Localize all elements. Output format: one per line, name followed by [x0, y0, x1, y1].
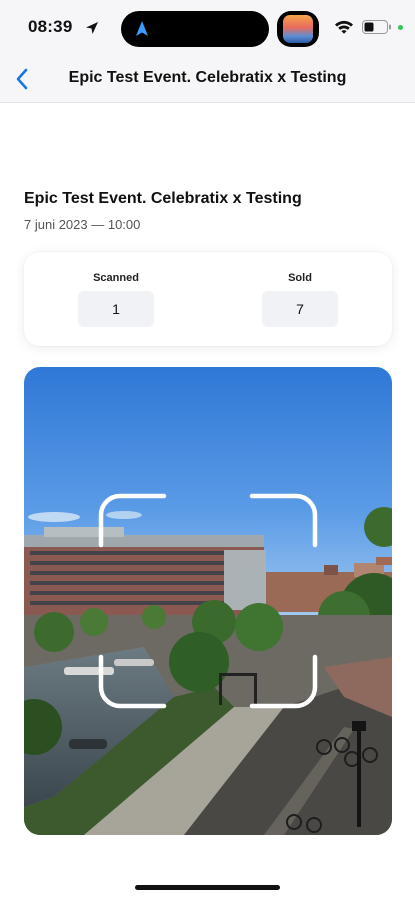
status-time: 08:39: [28, 17, 73, 36]
battery-icon: [362, 20, 391, 34]
privacy-indicator-dot: [398, 25, 403, 30]
nav-title: Epic Test Event. Celebratix x Testing: [68, 69, 347, 86]
event-title: Epic Test Event. Celebratix x Testing: [24, 190, 302, 207]
navigation-app-icon: [136, 21, 148, 36]
dynamic-island: [121, 11, 269, 47]
stat-sold: Sold 7: [260, 272, 340, 327]
status-bar: 08:39: [0, 0, 415, 56]
sold-label: Sold: [288, 272, 312, 284]
sold-count: 7: [262, 291, 338, 327]
navigation-bar: Epic Test Event. Celebratix x Testing: [0, 56, 415, 103]
chevron-left-icon: [16, 68, 28, 90]
event-date: 7 juni 2023 — 10:00: [24, 217, 141, 232]
camera-viewfinder[interactable]: [24, 367, 392, 835]
scanned-label: Scanned: [93, 272, 139, 284]
stat-scanned: Scanned 1: [76, 272, 156, 327]
stats-card: Scanned 1 Sold 7: [24, 252, 392, 346]
qr-scan-frame-icon: [98, 493, 318, 709]
scanned-count: 1: [78, 291, 154, 327]
back-button[interactable]: [6, 62, 38, 96]
app-thumbnail-icon: [277, 11, 319, 47]
wifi-icon: [335, 20, 353, 34]
location-arrow-icon: [86, 22, 98, 34]
home-indicator[interactable]: [135, 885, 280, 890]
